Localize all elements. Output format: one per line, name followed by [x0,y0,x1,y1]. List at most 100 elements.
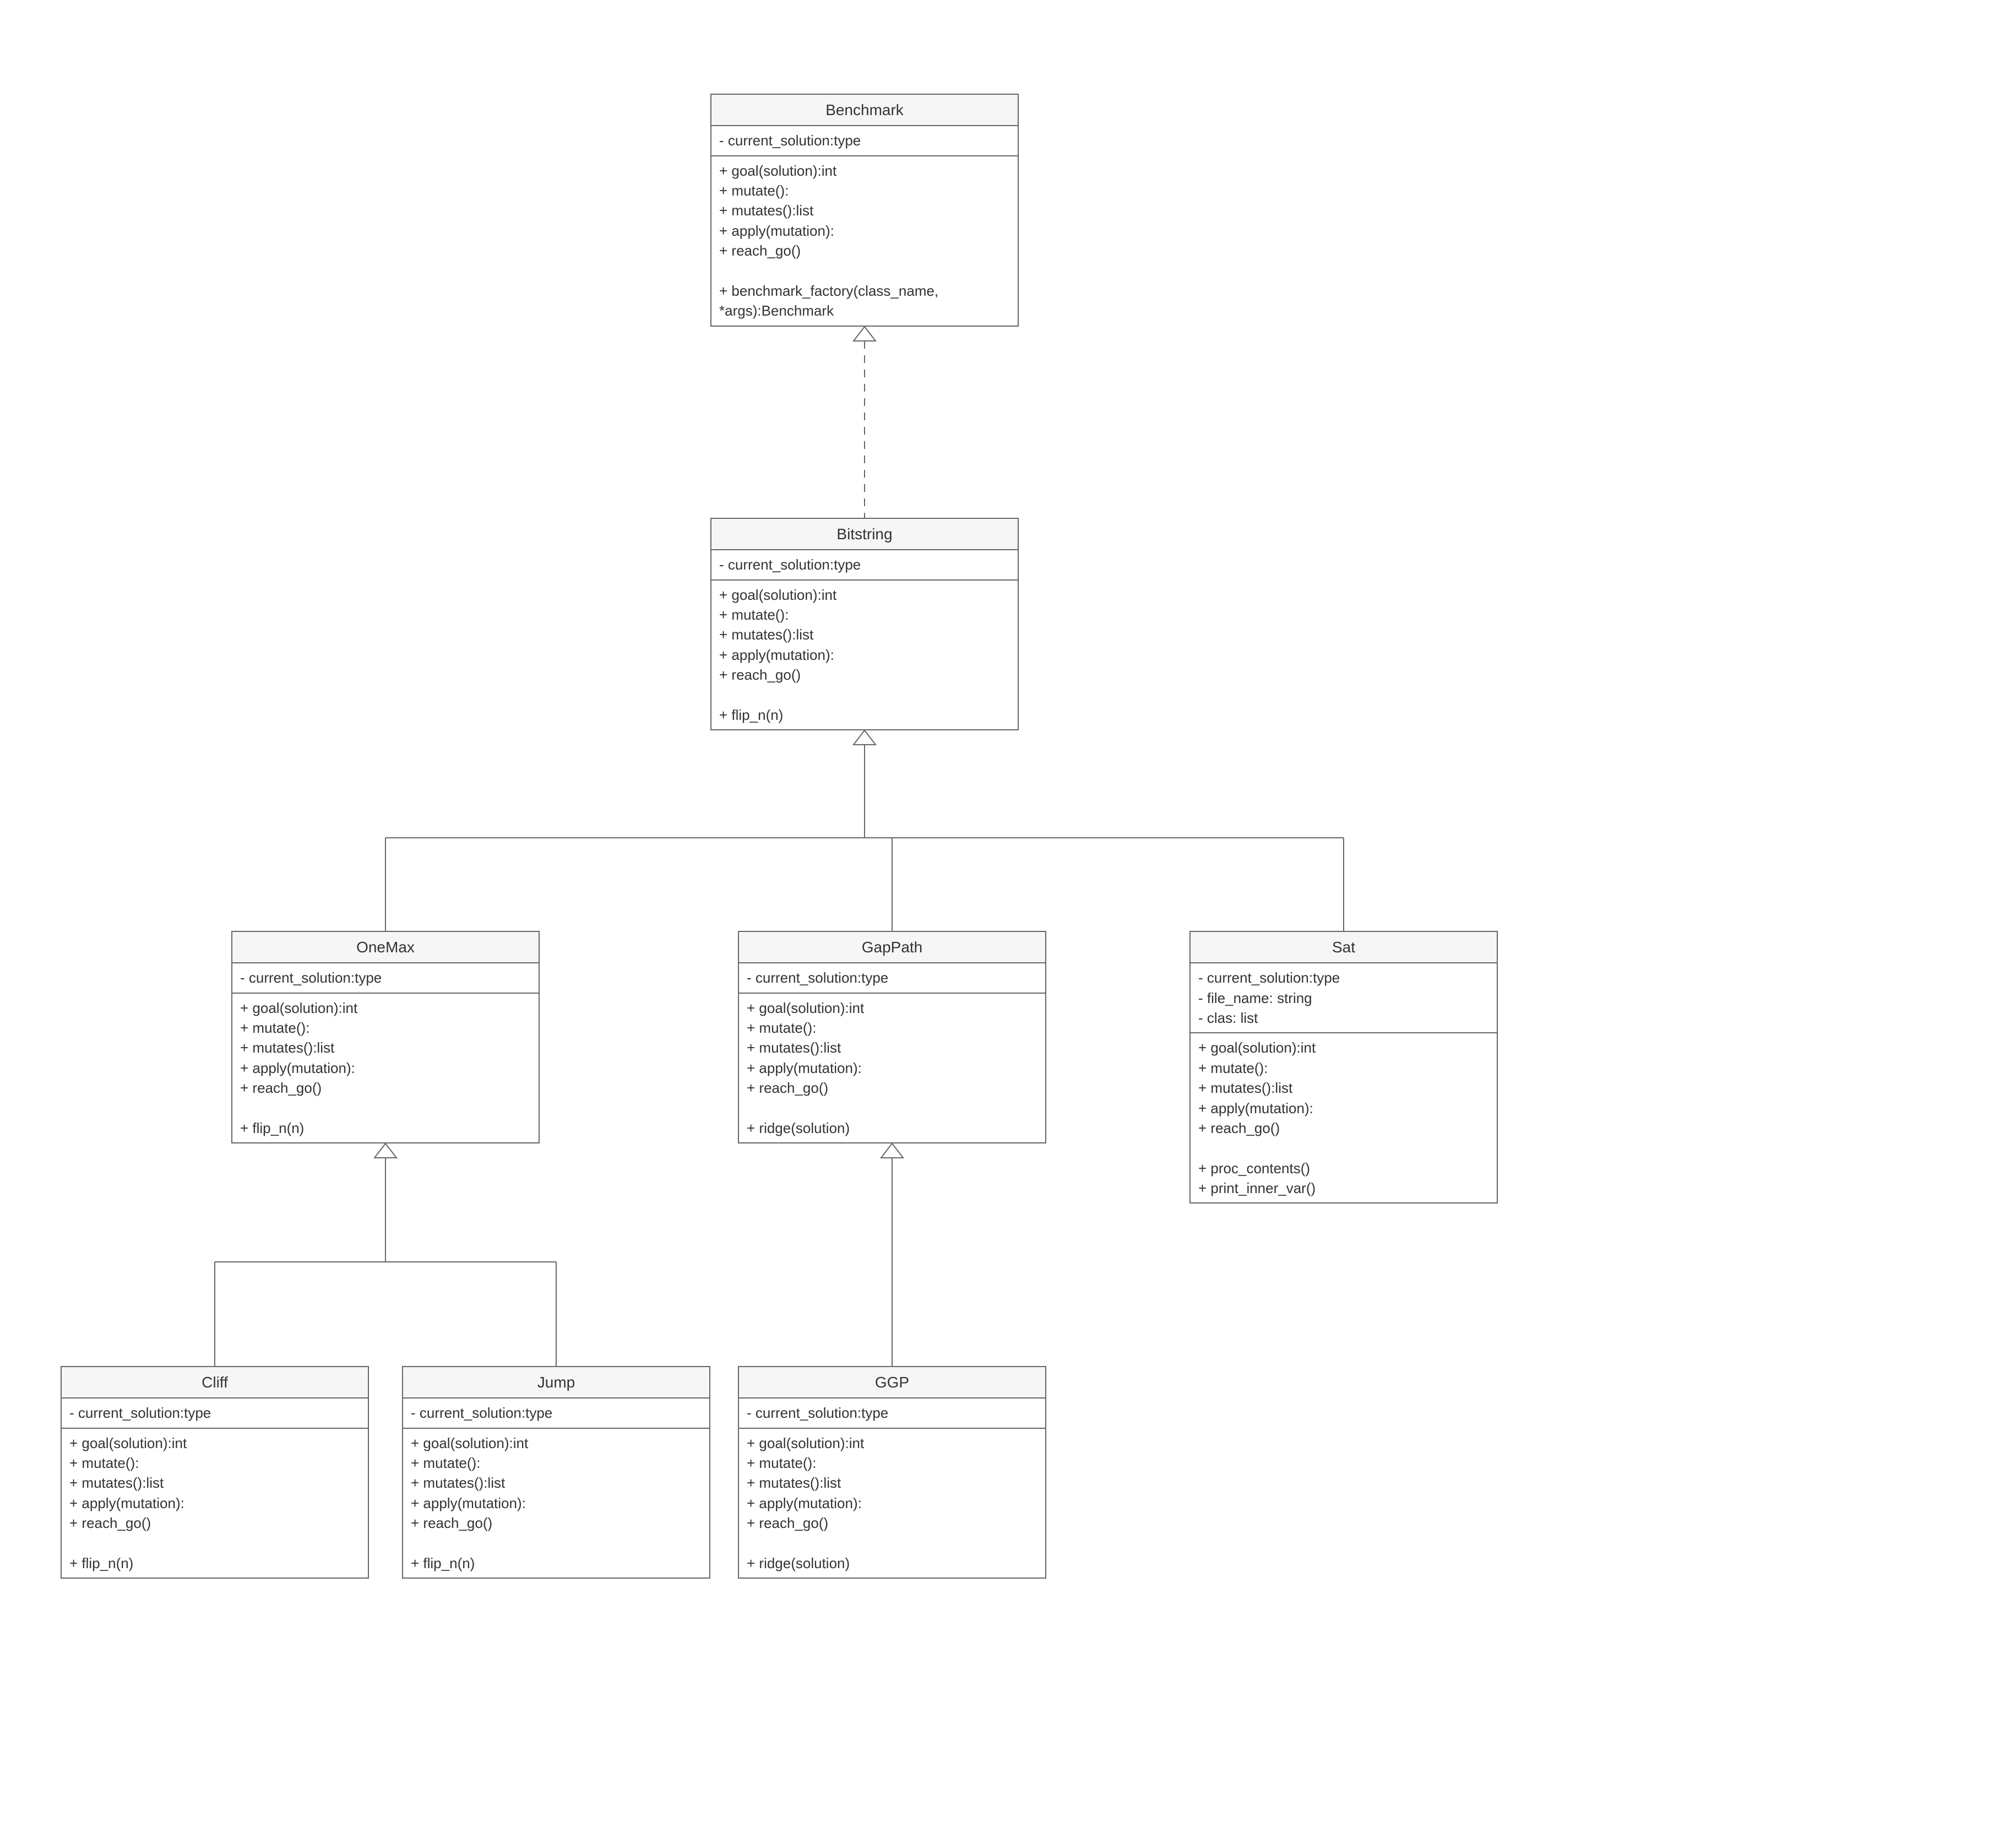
method-line: + mutates():list [69,1473,360,1493]
class-methods: + goal(solution):int+ mutate():+ mutates… [403,1429,709,1578]
class-title: OneMax [232,932,539,963]
method-line: + goal(solution):int [69,1433,360,1453]
method-line: + mutate(): [240,1018,531,1038]
class-bitstring: Bitstring - current_solution:type + goal(s… [710,518,1019,730]
class-title: Cliff [62,1367,368,1398]
class-sat: Sat- current_solution:type- file_name: s… [1189,931,1498,1204]
attr-line: - current_solution:type [411,1403,702,1423]
method-line: + mutate(): [1198,1058,1489,1078]
class-methods: + goal(solution):int+ mutate():+ mutates… [232,994,539,1143]
attr-line: - clas: list [1198,1008,1489,1028]
class-jump: Jump - current_solution:type + goal(soluti… [402,1366,710,1579]
class-attributes: - current_solution:type [232,963,539,993]
attr-line: - current_solution:type [747,1403,1037,1423]
class-methods: + goal(solution):int+ mutate():+ mutates… [739,994,1045,1143]
method-line: + reach_go() [719,665,1010,685]
method-line: + mutates():list [747,1473,1037,1493]
method-line: + goal(solution):int [411,1433,702,1453]
method-line: + reach_go() [747,1078,1037,1098]
method-line: + mutates():list [747,1038,1037,1058]
uml-class-diagram: Benchmark - current_solution:type + goal(s… [0,0,2016,1843]
class-attributes: - current_solution:type [711,550,1018,580]
method-line: + reach_go() [411,1513,702,1533]
method-line: + mutate(): [69,1453,360,1473]
attr-line: - current_solution:type [719,555,1010,574]
method-line: + goal(solution):int [747,1433,1037,1453]
class-title: Jump [403,1367,709,1398]
method-line: + mutate(): [719,605,1010,625]
method-line: + goal(solution):int [747,998,1037,1018]
attr-line: - current_solution:type [240,968,531,988]
attr-line: - file_name: string [1198,988,1489,1008]
method-line [747,1533,1037,1553]
class-title: Benchmark [711,95,1018,126]
method-line: + reach_go() [719,241,1010,261]
method-line: + mutates():list [411,1473,702,1493]
method-line: + reach_go() [747,1513,1037,1533]
class-title: Sat [1191,932,1497,963]
method-line: + print_inner_var() [1198,1178,1489,1198]
method-line: + ridge(solution) [747,1118,1037,1138]
class-attributes: - current_solution:type [739,1398,1045,1428]
class-methods: + goal(solution):int+ mutate():+ mutates… [62,1429,368,1578]
method-line: + apply(mutation): [240,1058,531,1078]
method-line: + proc_contents() [1198,1158,1489,1178]
method-line: + apply(mutation): [1198,1098,1489,1118]
attr-line: - current_solution:type [747,968,1037,988]
method-line [240,1098,531,1118]
method-line: + ridge(solution) [747,1553,1037,1573]
class-attributes: - current_solution:type [403,1398,709,1428]
class-attributes: - current_solution:type [711,126,1018,156]
class-title: Bitstring [711,519,1018,550]
class-title: GapPath [739,932,1045,963]
method-line: + goal(solution):int [1198,1038,1489,1058]
class-methods: + goal(solution):int+ mutate():+ mutates… [739,1429,1045,1578]
method-line [411,1533,702,1553]
class-methods: + goal(solution):int+ mutate():+ mutates… [1191,1033,1497,1202]
method-line: + flip_n(n) [719,705,1010,725]
attr-line: - current_solution:type [719,131,1010,150]
method-line: + flip_n(n) [240,1118,531,1138]
class-benchmark: Benchmark - current_solution:type + goal(s… [710,94,1019,327]
method-line: + apply(mutation): [719,645,1010,665]
method-line: + mutate(): [747,1453,1037,1473]
method-line [719,261,1010,281]
method-line: + apply(mutation): [411,1493,702,1513]
method-line: + mutates():list [719,625,1010,644]
method-line: + goal(solution):int [240,998,531,1018]
class-attributes: - current_solution:type- file_name: stri… [1191,963,1497,1033]
attr-line: - current_solution:type [1198,968,1489,988]
method-line: + mutate(): [411,1453,702,1473]
class-gappath: GapPath - current_solution:type + goal(sol… [738,931,1046,1143]
attr-line: - current_solution:type [69,1403,360,1423]
method-line: + goal(solution):int [719,161,1010,181]
class-methods: + goal(solution):int+ mutate():+ mutates… [711,156,1018,326]
class-attributes: - current_solution:type [739,963,1045,993]
method-line [747,1098,1037,1118]
method-line [69,1533,360,1553]
method-line: + goal(solution):int [719,585,1010,605]
method-line: + apply(mutation): [747,1058,1037,1078]
class-attributes: - current_solution:type [62,1398,368,1428]
method-line [1198,1138,1489,1158]
class-cliff: Cliff - current_solution:type + goal(solut… [61,1366,369,1579]
method-line [719,685,1010,705]
method-line: + flip_n(n) [69,1553,360,1573]
method-line: + reach_go() [240,1078,531,1098]
method-line: + mutates():list [1198,1078,1489,1098]
class-title: GGP [739,1367,1045,1398]
method-line: + mutates():list [719,200,1010,220]
class-methods: + goal(solution):int+ mutate():+ mutates… [711,581,1018,730]
method-line: + apply(mutation): [747,1493,1037,1513]
method-line: + apply(mutation): [719,221,1010,241]
method-line: + reach_go() [69,1513,360,1533]
method-line: + apply(mutation): [69,1493,360,1513]
class-onemax: OneMax - current_solution:type + goal(solu… [231,931,540,1143]
method-line: + reach_go() [1198,1118,1489,1138]
method-line: + benchmark_factory(class_name, *args):B… [719,281,1010,321]
method-line: + mutate(): [719,181,1010,200]
method-line: + mutates():list [240,1038,531,1058]
method-line: + flip_n(n) [411,1553,702,1573]
method-line: + mutate(): [747,1018,1037,1038]
class-ggp: GGP - current_solution:type + goal(solutio… [738,1366,1046,1579]
